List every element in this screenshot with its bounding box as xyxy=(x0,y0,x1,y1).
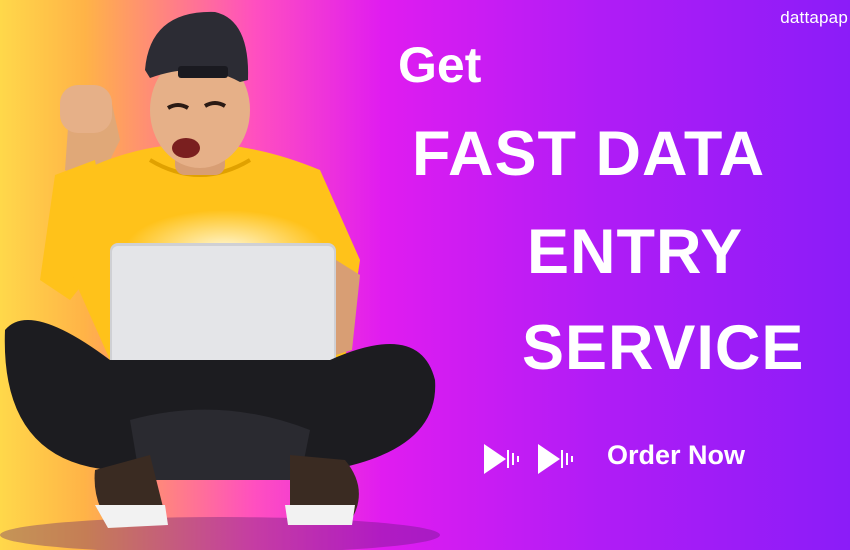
ad-banner: dattapap Get FAST DATA ENTRY SERVICE Ord… xyxy=(0,0,850,550)
headline-service: SERVICE xyxy=(522,313,805,383)
order-now-button[interactable]: Order Now xyxy=(607,440,745,471)
headline-fast-data: FAST DATA xyxy=(412,119,766,189)
man-with-laptop-illustration xyxy=(0,11,440,550)
play-arrows-icon xyxy=(484,444,573,474)
brand-name: dattapap xyxy=(780,8,848,27)
headline-get: Get xyxy=(398,37,482,93)
headline-entry: ENTRY xyxy=(527,217,744,287)
